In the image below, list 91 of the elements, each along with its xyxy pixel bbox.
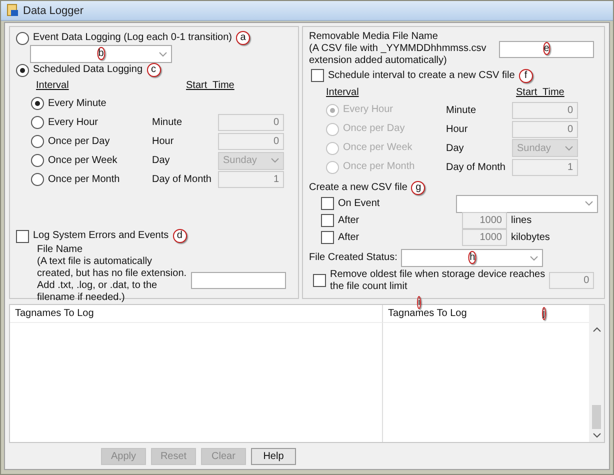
radio-button[interactable] xyxy=(31,173,44,186)
unit-label: kilobytes xyxy=(511,232,550,244)
option-label: Every Hour xyxy=(48,116,98,128)
action-button[interactable]: Help xyxy=(251,448,296,465)
field-label: Day xyxy=(446,142,465,154)
radio-button[interactable] xyxy=(16,32,29,44)
checkbox[interactable] xyxy=(16,230,29,242)
field-label: Removable Media File Name (A CSV file with _YYMMDDhhmmss.csv extension added automatically) xyxy=(309,31,486,68)
option-label: Once per Month xyxy=(343,161,415,174)
field-label: Hour xyxy=(446,124,469,135)
radio-button[interactable] xyxy=(31,97,44,110)
option-label: Schedule interval to create a new CSV file xyxy=(328,70,515,82)
column-heading: Interval xyxy=(36,80,69,91)
option-label: Event Data Logging (Log each 0-1 transition) xyxy=(33,32,232,44)
help-text: (A text file is automatically created, but has no file extension. Add .txt, .log, or .dat, to the filename if needed.) xyxy=(37,256,187,304)
chevron-down-icon xyxy=(585,201,593,206)
event-select[interactable]: b xyxy=(30,45,172,63)
unit-label: lines xyxy=(511,214,532,227)
radio-button[interactable] xyxy=(326,142,339,155)
column-heading: Start Time xyxy=(516,86,564,98)
field-label: File Name xyxy=(37,244,83,256)
option-label: Once per Month xyxy=(48,174,120,186)
number-field[interactable]: 1000 xyxy=(462,212,507,230)
option-label: Remove oldest file when storage device reaches the file count limit xyxy=(330,268,546,293)
checkbox[interactable] xyxy=(313,274,326,288)
callout-marker: a xyxy=(236,31,250,45)
scroll-up-icon[interactable] xyxy=(592,327,600,332)
callout-marker: b xyxy=(97,47,105,60)
chevron-down-icon xyxy=(271,158,279,163)
field-label: Day of Month xyxy=(446,162,506,173)
option-label: Every Minute xyxy=(48,98,106,110)
scroll-thumb[interactable] xyxy=(592,405,601,429)
callout-marker: h xyxy=(468,251,476,264)
chevron-down-icon xyxy=(159,52,167,56)
option-label: Once per Week xyxy=(48,154,118,166)
number-field[interactable]: 0 xyxy=(512,120,578,138)
column-heading: Interval xyxy=(326,86,359,98)
column-header: Tagnames To Log xyxy=(388,308,467,319)
radio-button[interactable] xyxy=(326,122,339,136)
checkbox[interactable] xyxy=(321,197,334,210)
radio-button[interactable] xyxy=(326,104,339,117)
radio-button[interactable] xyxy=(31,135,44,148)
number-field[interactable]: 1 xyxy=(512,158,578,176)
checkbox[interactable] xyxy=(321,214,334,228)
column-heading: Start Time xyxy=(186,80,234,91)
radio-button[interactable] xyxy=(31,154,44,167)
number-field[interactable]: 1 xyxy=(218,171,284,188)
radio-button[interactable] xyxy=(16,64,29,76)
scrollbar[interactable] xyxy=(589,305,604,442)
number-field[interactable]: 0 xyxy=(218,133,284,150)
callout-marker: j xyxy=(542,306,546,320)
option-label: After xyxy=(338,214,360,227)
option-label: Once per Day xyxy=(343,123,405,136)
count-field[interactable]: 0 xyxy=(549,272,594,290)
callout-marker: f xyxy=(518,68,533,83)
scroll-down-icon[interactable] xyxy=(592,433,600,438)
radio-button[interactable] xyxy=(326,160,339,174)
app-icon xyxy=(7,4,19,17)
option-label: Log System Errors and Events xyxy=(33,230,169,242)
option-label: Once per Week xyxy=(343,142,412,154)
day-select[interactable]: Sunday xyxy=(218,152,284,170)
file-name-field[interactable] xyxy=(190,272,286,288)
file-name-field[interactable]: e xyxy=(499,40,594,58)
callout-marker: d xyxy=(172,229,187,243)
callout-marker: e xyxy=(542,42,550,56)
field-label: Hour xyxy=(152,136,175,147)
field-label: Minute xyxy=(152,117,184,128)
number-field[interactable]: 0 xyxy=(218,114,284,131)
field-label: Day of Month xyxy=(152,174,212,185)
option-label: Once per Day xyxy=(48,136,110,148)
checkbox[interactable] xyxy=(311,69,324,82)
option-label: Every Hour xyxy=(343,104,394,116)
column-header: Tagnames To Log xyxy=(15,308,94,319)
chevron-down-icon xyxy=(565,146,573,151)
number-field[interactable]: 0 xyxy=(512,102,578,119)
option-label: On Event xyxy=(338,198,381,210)
callout-marker: c xyxy=(146,63,161,77)
radio-button[interactable] xyxy=(31,116,44,129)
field-label: File Created Status: xyxy=(309,252,398,264)
day-select[interactable]: Sunday xyxy=(512,139,578,158)
section-label: Create a new CSV file xyxy=(309,182,408,194)
option-label: After xyxy=(338,232,360,244)
number-field[interactable]: 1000 xyxy=(462,229,507,246)
callout-marker: g xyxy=(411,180,426,194)
checkbox[interactable] xyxy=(321,231,334,244)
status-select[interactable]: h xyxy=(401,249,544,268)
chevron-down-icon xyxy=(530,256,538,261)
option-label: Scheduled Data Logging xyxy=(33,64,143,76)
window-title: Data Logger xyxy=(23,4,84,16)
field-label: Minute xyxy=(446,104,478,116)
field-label: Day xyxy=(152,155,171,166)
